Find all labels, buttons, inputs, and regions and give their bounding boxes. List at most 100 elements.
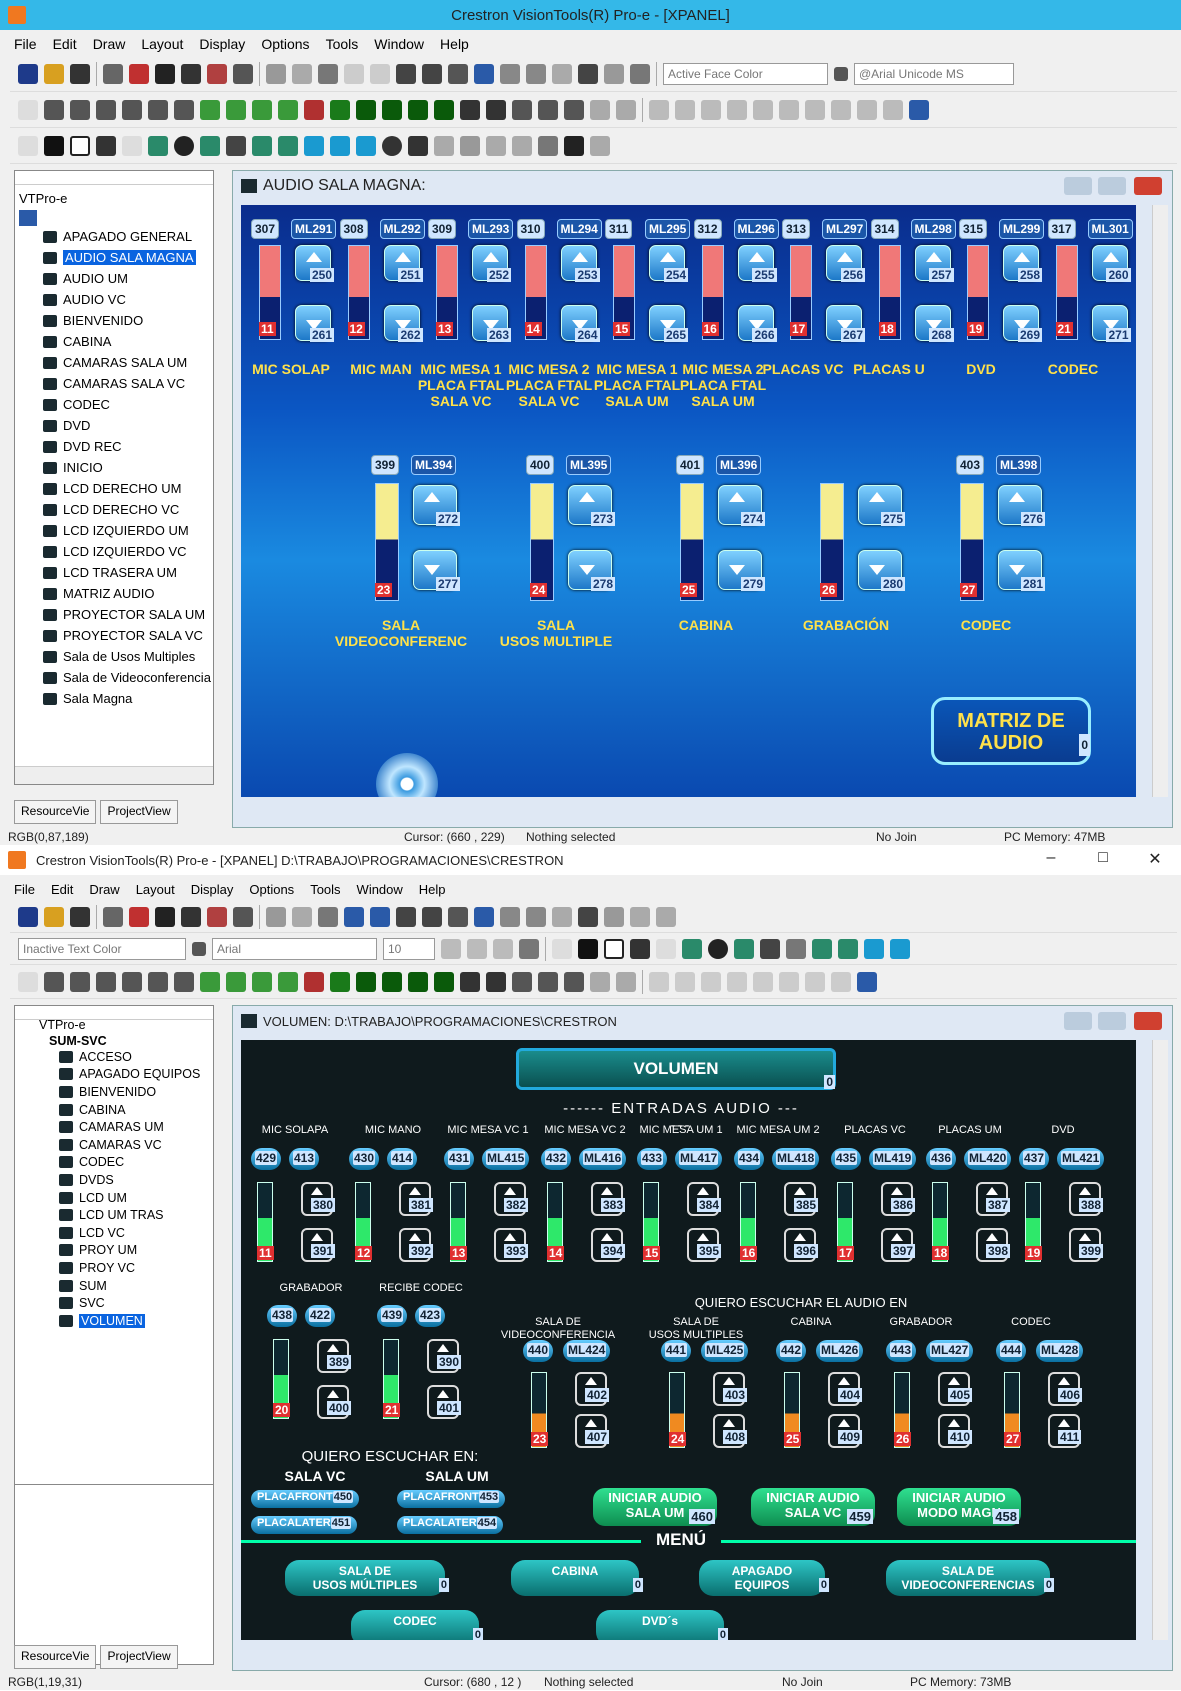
tree-item[interactable]: LCD UM TRAS xyxy=(31,1206,213,1224)
arrow-icon[interactable] xyxy=(578,938,598,959)
distribute-icon[interactable] xyxy=(727,971,747,992)
menu-draw[interactable]: Draw xyxy=(89,882,119,897)
placa-button[interactable]: PLACAFRONT450 xyxy=(251,1490,360,1508)
channel-id[interactable]: 317 xyxy=(1047,219,1076,239)
channel-id[interactable]: 308 xyxy=(339,219,368,239)
stop-icon[interactable] xyxy=(656,906,676,927)
page-scrollbar[interactable] xyxy=(1152,205,1168,797)
align-icon[interactable] xyxy=(96,971,116,992)
align-icon[interactable] xyxy=(174,971,194,992)
layout-icon[interactable] xyxy=(181,906,201,927)
distribute-icon[interactable] xyxy=(675,971,695,992)
volume-down-button[interactable]: 269 xyxy=(1003,305,1042,342)
button-icon[interactable] xyxy=(200,135,220,156)
mute-badge[interactable]: ML395 xyxy=(566,455,612,475)
frame-icon[interactable] xyxy=(564,99,584,120)
shape-icon[interactable] xyxy=(356,971,376,992)
tab-resource-view[interactable]: ResourceVie xyxy=(14,1645,97,1669)
select-icon[interactable] xyxy=(18,135,38,156)
pen-icon[interactable] xyxy=(590,971,610,992)
channel-id[interactable]: 401 xyxy=(676,455,705,475)
dial-icon[interactable] xyxy=(382,135,402,156)
menu-help[interactable]: Help xyxy=(440,36,469,52)
layer-icon[interactable] xyxy=(252,971,272,992)
open-icon[interactable] xyxy=(44,906,64,927)
distribute-icon[interactable] xyxy=(675,99,695,120)
volume-up-button[interactable]: 276 xyxy=(998,485,1045,526)
close-button[interactable]: ✕ xyxy=(1135,849,1175,869)
menu-button[interactable]: APAGADO EQUIPOS 0 xyxy=(699,1560,829,1596)
channel-id[interactable]: 439 xyxy=(377,1305,408,1327)
volume-down-button[interactable]: 395 xyxy=(687,1228,722,1262)
tree-item[interactable]: BIENVENIDO xyxy=(31,1083,213,1101)
volume-down-button[interactable]: 266 xyxy=(737,305,777,342)
layer-icon[interactable] xyxy=(278,971,298,992)
volume-down-button[interactable]: 271 xyxy=(1091,305,1131,342)
layer-icon[interactable] xyxy=(304,971,324,992)
status-icon[interactable] xyxy=(538,135,558,156)
mute-badge[interactable]: ML425 xyxy=(701,1340,749,1362)
cut-icon[interactable] xyxy=(266,63,286,84)
menu-button[interactable]: CODEC 0 xyxy=(351,1610,483,1640)
mute-badge[interactable]: ML295 xyxy=(645,219,691,239)
page-scrollbar[interactable] xyxy=(1152,1040,1168,1640)
distribute-icon[interactable] xyxy=(883,99,903,120)
distribute-icon[interactable] xyxy=(805,971,825,992)
video-icon[interactable] xyxy=(434,135,454,156)
menu-options[interactable]: Options xyxy=(261,36,309,52)
tree-item[interactable]: CAMARAS SALA UM xyxy=(15,352,213,373)
volume-down-button[interactable]: 267 xyxy=(826,305,865,342)
menu-layout[interactable]: Layout xyxy=(141,36,183,52)
channel-id[interactable]: 444 xyxy=(996,1340,1027,1362)
no-icon[interactable] xyxy=(616,971,636,992)
menu-file[interactable]: File xyxy=(14,882,35,897)
undo-icon[interactable] xyxy=(344,63,364,84)
close-button[interactable] xyxy=(1134,177,1162,195)
align-icon[interactable] xyxy=(44,99,64,120)
volumen-header-button[interactable]: VOLUMEN 0 xyxy=(516,1048,836,1090)
volume-down-button[interactable]: 263 xyxy=(472,305,511,342)
tree-item[interactable]: DVD xyxy=(15,415,213,436)
gauge-icon[interactable] xyxy=(252,135,272,156)
subpage-icon[interactable] xyxy=(786,938,806,959)
volume-up-button[interactable]: 380 xyxy=(301,1182,336,1216)
gauge-icon[interactable] xyxy=(812,938,832,959)
tab-project-view[interactable]: ProjectView xyxy=(100,1645,178,1669)
tree-item[interactable]: VOLUMEN xyxy=(31,1312,213,1330)
tree-item[interactable]: MATRIZ AUDIO xyxy=(15,583,213,604)
frame-tool-icon[interactable] xyxy=(760,938,780,959)
volume-up-button[interactable]: 260 xyxy=(1091,245,1131,282)
channel-id[interactable]: 400 xyxy=(526,455,555,475)
text-box-icon[interactable] xyxy=(519,938,539,959)
color-swatch-icon[interactable] xyxy=(192,941,206,956)
project-icon[interactable] xyxy=(396,63,416,84)
shape-icon[interactable] xyxy=(356,99,376,120)
text-tool-icon[interactable] xyxy=(96,135,116,156)
tree-item[interactable]: CAMARAS SALA VC xyxy=(15,373,213,394)
align-icon[interactable] xyxy=(174,99,194,120)
resource-icon[interactable] xyxy=(448,906,468,927)
grid-icon[interactable] xyxy=(155,906,175,927)
channel-id[interactable]: 433 xyxy=(637,1148,668,1170)
channel-id[interactable]: 314 xyxy=(870,219,899,239)
volume-down-button[interactable]: 281 xyxy=(998,550,1045,591)
compile-icon[interactable] xyxy=(103,906,123,927)
volume-down-button[interactable]: 265 xyxy=(649,305,688,342)
volume-down-button[interactable]: 411 xyxy=(1048,1414,1082,1448)
volume-down-button[interactable]: 401 xyxy=(427,1385,462,1419)
tree-group[interactable]: SUM-SVC xyxy=(15,1032,213,1048)
volume-up-button[interactable]: 254 xyxy=(649,245,688,282)
channel-id[interactable]: 441 xyxy=(661,1340,692,1362)
layer-icon[interactable] xyxy=(200,99,220,120)
volume-up-button[interactable]: 250 xyxy=(295,245,334,282)
channel-id[interactable]: 309 xyxy=(428,219,457,239)
keypad-icon[interactable] xyxy=(408,135,428,156)
mute-badge[interactable]: ML421 xyxy=(1057,1148,1105,1170)
tree-item[interactable]: PROYECTOR SALA VC xyxy=(15,625,213,646)
placa-button[interactable]: PLACALATER454 xyxy=(397,1516,504,1534)
frame-icon[interactable] xyxy=(512,971,532,992)
channel-id[interactable]: 443 xyxy=(886,1340,917,1362)
help-icon[interactable] xyxy=(526,906,546,927)
redo-icon[interactable] xyxy=(370,906,390,927)
minimize-button[interactable] xyxy=(1064,177,1092,195)
